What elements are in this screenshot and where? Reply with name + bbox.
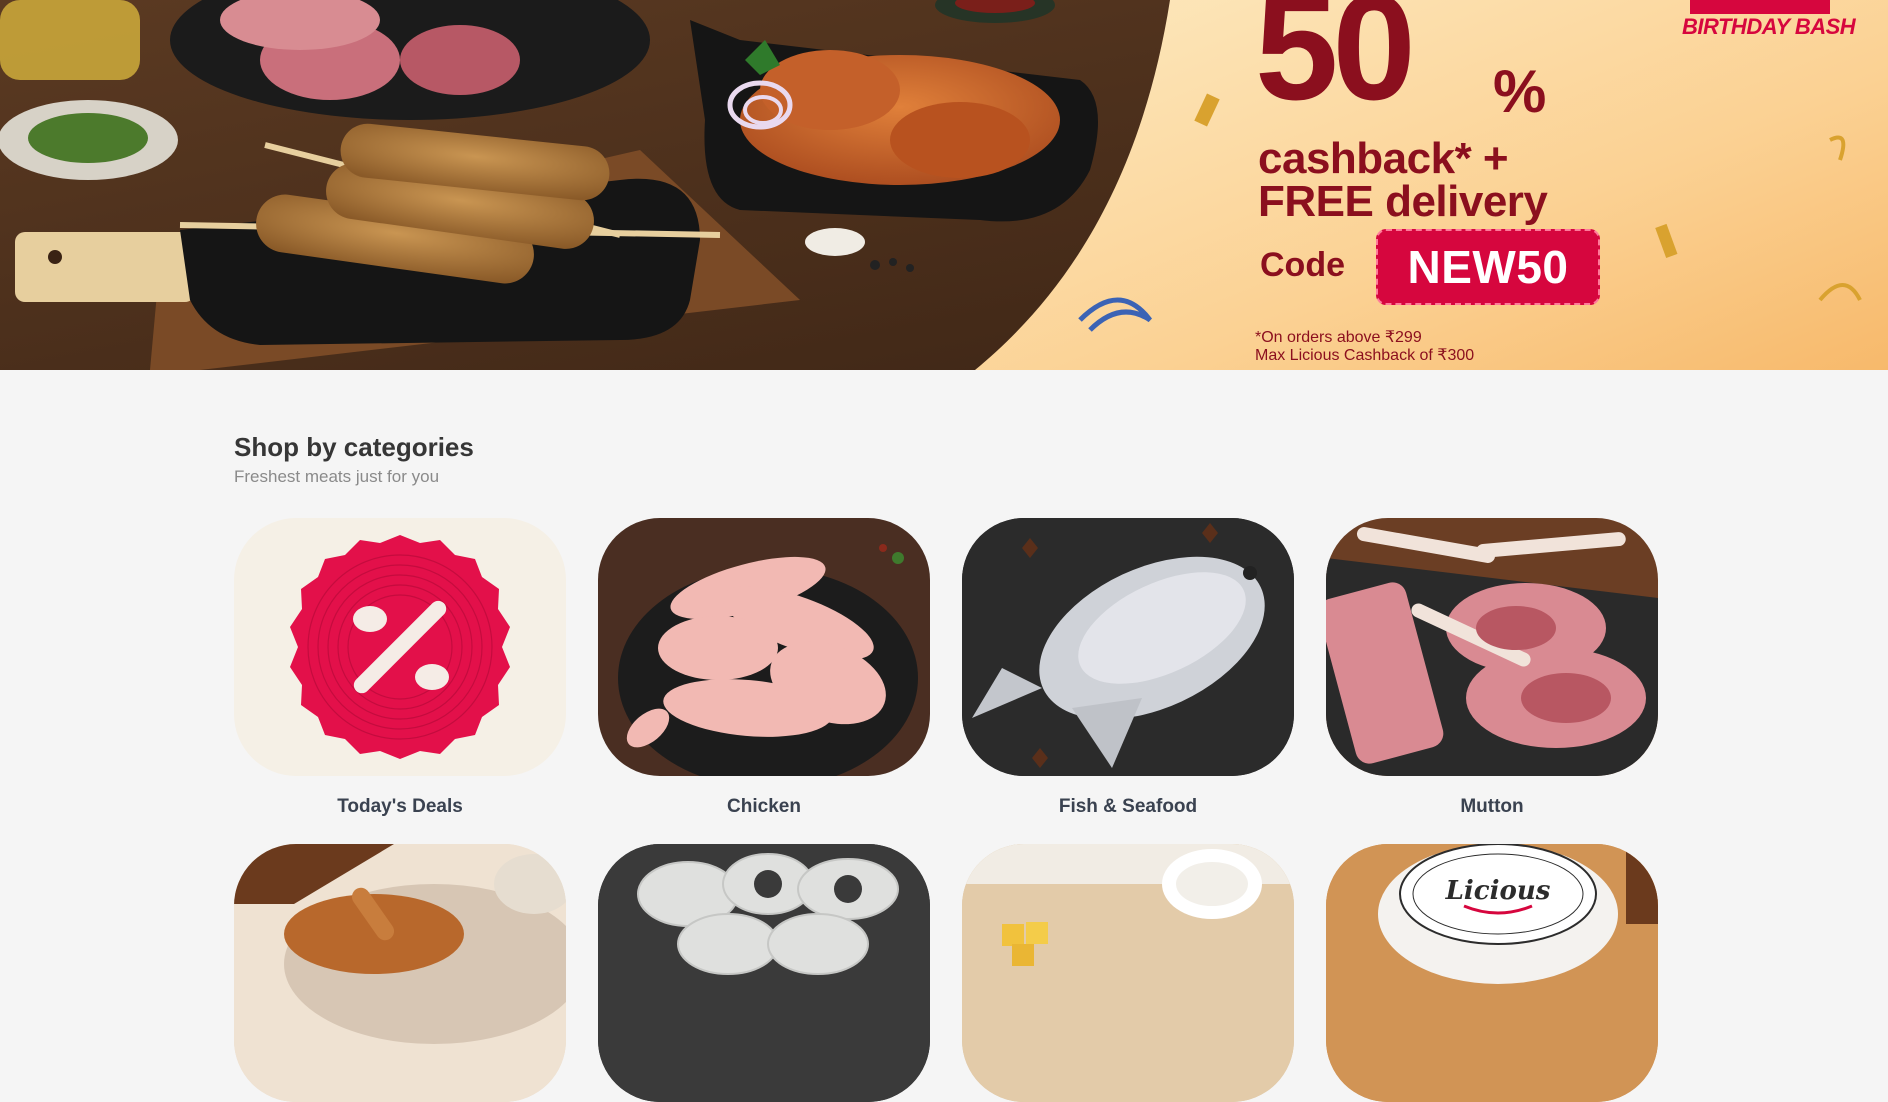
category-card-chicken[interactable]: Chicken xyxy=(598,518,930,818)
category-card-mutton[interactable]: Mutton xyxy=(1326,518,1658,818)
category-card-fish-seafood[interactable]: Fish & Seafood xyxy=(962,518,1294,818)
grilled-chicken-image xyxy=(234,844,566,1102)
category-label: Mutton xyxy=(1460,796,1524,817)
coupon-code-value: NEW50 xyxy=(1407,241,1569,293)
svg-text:Licious: Licious xyxy=(1445,876,1551,906)
chicken-image xyxy=(598,518,930,776)
category-label: Fish & Seafood xyxy=(1058,796,1198,817)
section-title: Shop by categories xyxy=(234,432,474,462)
offer-percent: 50 xyxy=(1255,0,1416,131)
birthday-bash-logo: BIRTHDAY BASH xyxy=(1682,14,1856,39)
licious-treat-image: Licious xyxy=(1326,844,1658,1102)
category-card-5[interactable] xyxy=(234,844,566,1102)
offer-line-delivery: FREE delivery xyxy=(1258,177,1548,226)
category-label: Today's Deals xyxy=(337,796,463,817)
prawns-image xyxy=(598,844,930,1102)
coupon-code-badge[interactable]: NEW50 xyxy=(1376,229,1600,305)
promo-banner[interactable]: 50 % cashback* + FREE delivery Code NEW5… xyxy=(0,0,1888,370)
category-label: Chicken xyxy=(727,796,801,817)
category-card-8[interactable]: Licious xyxy=(1326,844,1658,1102)
offer-percent-sign: % xyxy=(1493,58,1547,125)
eggs-image xyxy=(962,844,1294,1102)
categories-header: Shop by categories Freshest meats just f… xyxy=(234,432,1658,487)
offer-terms-min-order: *On orders above ₹299 xyxy=(1255,329,1422,346)
offer-terms-max-cashback: Max Licious Cashback of ₹300 xyxy=(1255,347,1475,364)
banner-offer-text: 50 % cashback* + FREE delivery Code NEW5… xyxy=(0,0,1888,370)
fish-image xyxy=(962,518,1294,776)
category-card-todays-deals[interactable]: Today's Deals xyxy=(234,518,566,818)
category-card-7[interactable] xyxy=(962,844,1294,1102)
offer-line-cashback: cashback* + xyxy=(1258,134,1509,183)
discount-badge-icon xyxy=(234,518,566,776)
mutton-image xyxy=(1326,518,1658,776)
section-subtitle: Freshest meats just for you xyxy=(234,467,440,487)
coupon-code-label: Code xyxy=(1260,246,1345,284)
category-card-6[interactable] xyxy=(598,844,930,1102)
